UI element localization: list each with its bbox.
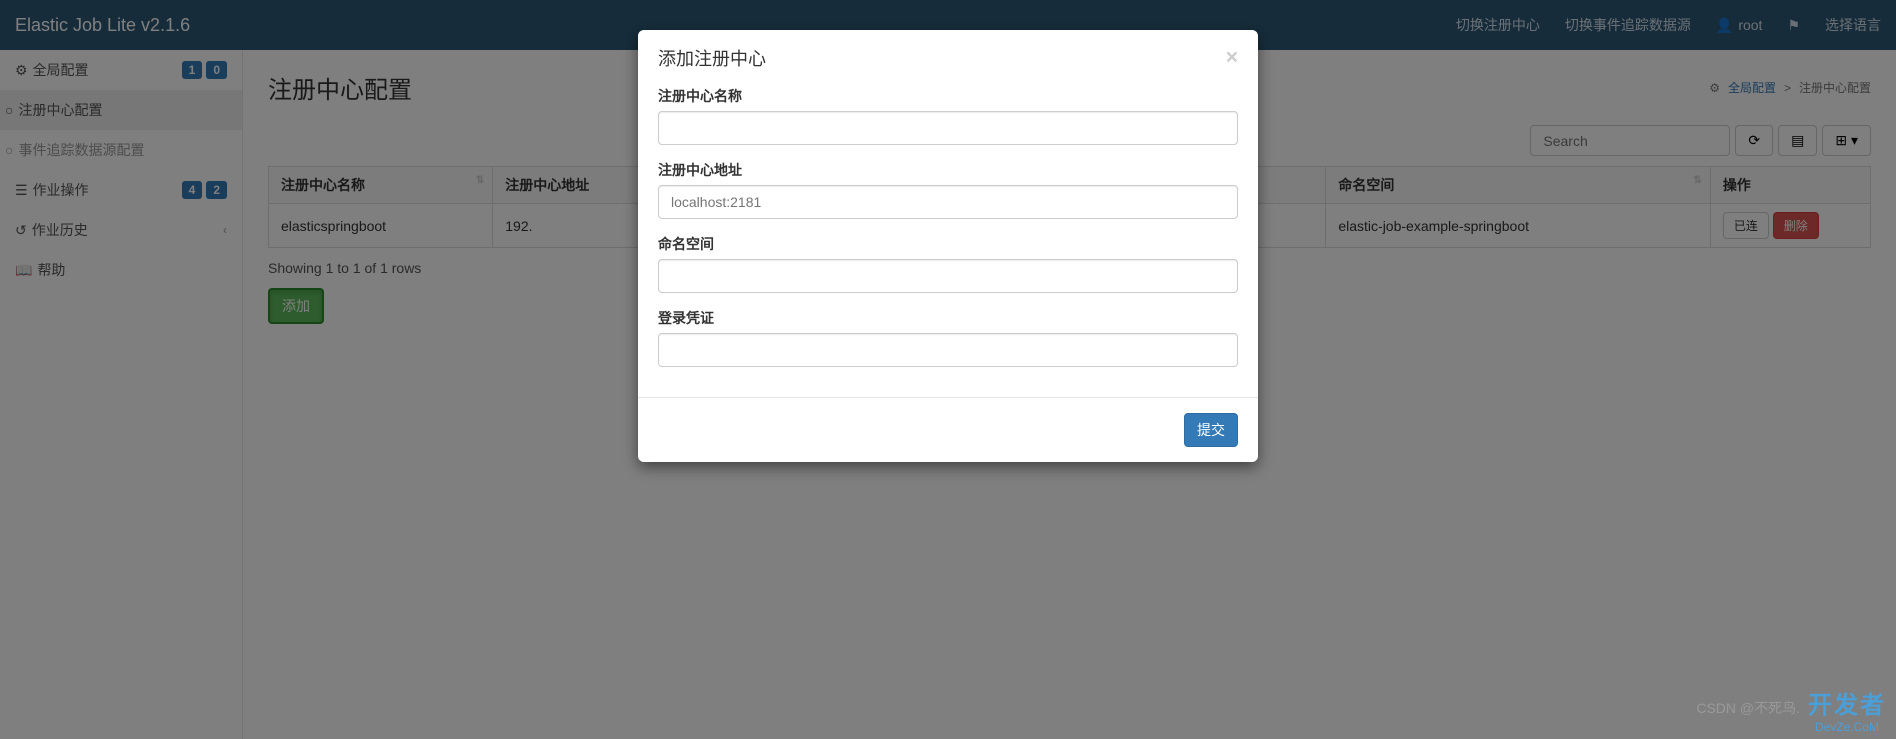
input-credentials[interactable] [658,333,1238,367]
modal-footer: 提交 [638,397,1258,462]
watermark: CSDN @不死鸟. 开发者 DevZe.CoM [1696,685,1886,734]
input-registry-name[interactable] [658,111,1238,145]
modal-body: 注册中心名称 注册中心地址 命名空间 登录凭证 [638,86,1258,397]
label-registry-name: 注册中心名称 [658,86,1238,106]
watermark-brand: 开发者 [1808,685,1886,720]
label-namespace: 命名空间 [658,234,1238,254]
input-namespace[interactable] [658,259,1238,293]
label-credentials: 登录凭证 [658,308,1238,328]
form-group-namespace: 命名空间 [658,234,1238,293]
form-group-address: 注册中心地址 [658,160,1238,219]
label-registry-address: 注册中心地址 [658,160,1238,180]
modal-header: 添加注册中心 × [638,30,1258,86]
add-registry-modal: 添加注册中心 × 注册中心名称 注册中心地址 命名空间 登录凭证 提交 [638,30,1258,462]
submit-button[interactable]: 提交 [1184,413,1238,447]
form-group-name: 注册中心名称 [658,86,1238,145]
watermark-sub: DevZe.CoM [1815,720,1879,734]
modal-title: 添加注册中心 [658,45,766,71]
form-group-credentials: 登录凭证 [658,308,1238,367]
close-icon[interactable]: × [1226,46,1238,70]
watermark-csdn: CSDN @不死鸟. [1696,698,1800,718]
input-registry-address[interactable] [658,185,1238,219]
